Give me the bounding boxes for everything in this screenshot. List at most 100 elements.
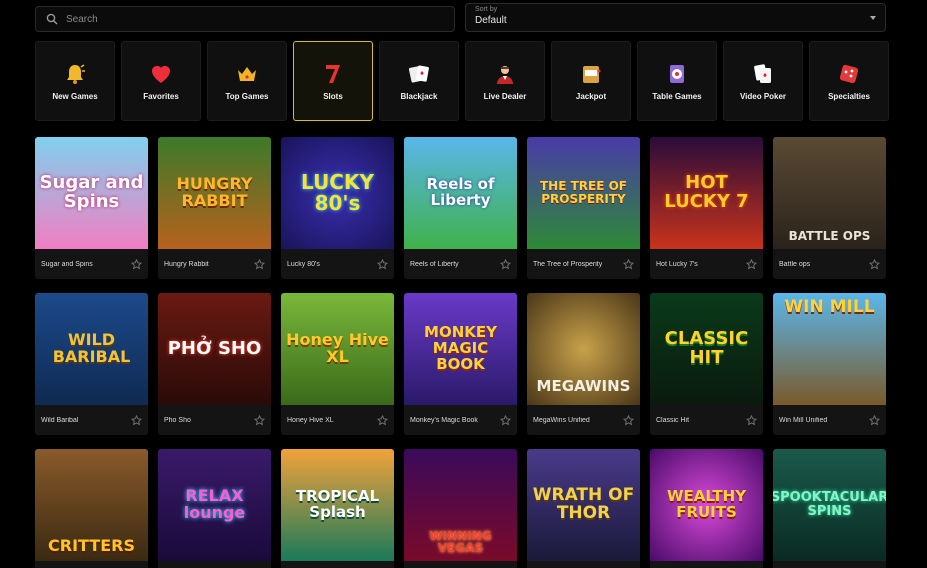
category-table-games[interactable]: Table Games xyxy=(637,41,717,121)
game-art-title: RELAX lounge xyxy=(183,486,246,522)
star-icon[interactable] xyxy=(377,258,388,270)
sort-label: Sort by xyxy=(475,6,498,13)
star-icon[interactable] xyxy=(131,414,142,426)
game-title: Hot Lucky 7's xyxy=(656,260,698,268)
game-thumbnail[interactable]: MONKEY MAGIC BOOK xyxy=(404,293,517,405)
game-thumbnail[interactable]: CLASSIC HIT xyxy=(650,293,763,405)
game-thumbnail[interactable]: HUNGRY RABBIT xyxy=(158,137,271,249)
game-thumbnail[interactable]: HOT LUCKY 7 xyxy=(650,137,763,249)
game-thumbnail[interactable]: WINNING VEGAS xyxy=(404,449,517,561)
search-input[interactable] xyxy=(66,13,446,25)
game-thumbnail[interactable]: PHỞ SHO xyxy=(158,293,271,405)
game-thumbnail[interactable]: Reels of Liberty xyxy=(404,137,517,249)
game-card[interactable]: BATTLE OPS Battle ops xyxy=(773,137,886,279)
game-thumbnail[interactable]: WEALTHY FRUITS xyxy=(650,449,763,561)
game-title: Lucky 80's xyxy=(287,260,320,268)
star-icon[interactable] xyxy=(254,414,265,426)
star-icon[interactable] xyxy=(623,414,634,426)
category-label: New Games xyxy=(52,91,98,101)
star-icon[interactable] xyxy=(500,258,511,270)
game-art-title: HUNGRY RABBIT xyxy=(176,174,253,210)
search-bar[interactable] xyxy=(35,6,455,32)
game-card[interactable]: MEGAWINS MegaWins Unified xyxy=(527,293,640,435)
game-title: Wild Baribal xyxy=(41,416,79,424)
star-icon[interactable] xyxy=(623,258,634,270)
game-art-title: THE TREE OF PROSPERITY xyxy=(540,179,627,206)
game-card[interactable]: TROPICAL Splash xyxy=(281,449,394,568)
game-art-title: WILD BARIBAL xyxy=(52,330,131,366)
game-grid: Sugar and Spins Sugar and Spins HUNGRY R… xyxy=(35,137,886,568)
game-thumbnail[interactable]: WRATH OF THOR xyxy=(527,449,640,561)
game-card[interactable]: Honey Hive XL Honey Hive XL xyxy=(281,293,394,435)
category-top-games[interactable]: Top Games xyxy=(207,41,287,121)
game-art-title: SPOOKTACULAR SPINS xyxy=(773,490,886,519)
game-art-title: WINNING VEGAS xyxy=(429,528,492,556)
game-art-title: LUCKY 80's xyxy=(301,170,374,215)
category-bar: New Games Favorites Top Games Slots Blac… xyxy=(35,41,889,121)
game-art-title: WRATH OF THOR xyxy=(532,485,635,523)
category-label: Video Poker xyxy=(739,91,787,101)
category-label: Jackpot xyxy=(575,91,607,101)
category-slots[interactable]: Slots xyxy=(293,41,373,121)
game-art-title: Honey Hive XL xyxy=(286,330,389,366)
game-thumbnail[interactable]: Sugar and Spins xyxy=(35,137,148,249)
game-art-title: BATTLE OPS xyxy=(788,229,871,244)
game-card[interactable]: WIN MILL Win Mill Unified xyxy=(773,293,886,435)
game-art-title: CRITTERS xyxy=(48,536,135,556)
game-thumbnail[interactable]: WIN MILL xyxy=(773,293,886,405)
game-card[interactable]: MONKEY MAGIC BOOK Monkey's Magic Book xyxy=(404,293,517,435)
game-title: Hungry Rabbit xyxy=(164,260,209,268)
star-icon[interactable] xyxy=(254,258,265,270)
star-icon[interactable] xyxy=(131,258,142,270)
category-blackjack[interactable]: Blackjack xyxy=(379,41,459,121)
game-card[interactable]: WEALTHY FRUITS xyxy=(650,449,763,568)
category-new-games[interactable]: New Games xyxy=(35,41,115,121)
game-card[interactable]: Reels of Liberty Reels of Liberty xyxy=(404,137,517,279)
game-art-title: Sugar and Spins xyxy=(39,172,144,212)
chevron-down-icon xyxy=(870,16,876,20)
game-thumbnail[interactable]: MEGAWINS xyxy=(527,293,640,405)
game-art-title: CLASSIC HIT xyxy=(664,328,749,368)
category-live-dealer[interactable]: Live Dealer xyxy=(465,41,545,121)
game-thumbnail[interactable]: Honey Hive XL xyxy=(281,293,394,405)
game-thumbnail[interactable]: THE TREE OF PROSPERITY xyxy=(527,137,640,249)
game-card[interactable]: WILD BARIBAL Wild Baribal xyxy=(35,293,148,435)
game-card[interactable]: Sugar and Spins Sugar and Spins xyxy=(35,137,148,279)
category-jackpot[interactable]: Jackpot xyxy=(551,41,631,121)
game-art-title: MONKEY MAGIC BOOK xyxy=(424,323,497,373)
star-icon[interactable] xyxy=(746,414,757,426)
star-icon[interactable] xyxy=(869,414,880,426)
game-thumbnail[interactable]: BATTLE OPS xyxy=(773,137,886,249)
game-thumbnail[interactable]: WILD BARIBAL xyxy=(35,293,148,405)
game-card[interactable]: WRATH OF THOR xyxy=(527,449,640,568)
game-card[interactable]: THE TREE OF PROSPERITY The Tree of Prosp… xyxy=(527,137,640,279)
game-card[interactable]: CRITTERS xyxy=(35,449,148,568)
roulette-icon xyxy=(665,62,689,86)
game-card[interactable]: LUCKY 80's Lucky 80's xyxy=(281,137,394,279)
game-thumbnail[interactable]: CRITTERS xyxy=(35,449,148,561)
game-thumbnail[interactable]: TROPICAL Splash xyxy=(281,449,394,561)
category-label: Live Dealer xyxy=(483,91,527,101)
game-title: MegaWins Unified xyxy=(533,416,590,424)
category-video-poker[interactable]: Video Poker xyxy=(723,41,803,121)
game-thumbnail[interactable]: RELAX lounge xyxy=(158,449,271,561)
poker-icon xyxy=(751,62,775,86)
game-card[interactable]: WINNING VEGAS xyxy=(404,449,517,568)
star-icon[interactable] xyxy=(377,414,388,426)
category-specialties[interactable]: Specialties xyxy=(809,41,889,121)
category-label: Favorites xyxy=(143,91,179,101)
game-card[interactable]: HUNGRY RABBIT Hungry Rabbit xyxy=(158,137,271,279)
star-icon[interactable] xyxy=(746,258,757,270)
game-thumbnail[interactable]: SPOOKTACULAR SPINS xyxy=(773,449,886,561)
star-icon[interactable] xyxy=(869,258,880,270)
game-thumbnail[interactable]: LUCKY 80's xyxy=(281,137,394,249)
sort-select[interactable]: Sort by Default xyxy=(465,3,886,32)
game-card[interactable]: CLASSIC HIT Classic Hit xyxy=(650,293,763,435)
game-card[interactable]: PHỞ SHO Pho Sho xyxy=(158,293,271,435)
category-favorites[interactable]: Favorites xyxy=(121,41,201,121)
category-label: Table Games xyxy=(652,91,702,101)
game-card[interactable]: HOT LUCKY 7 Hot Lucky 7's xyxy=(650,137,763,279)
game-card[interactable]: SPOOKTACULAR SPINS xyxy=(773,449,886,568)
star-icon[interactable] xyxy=(500,414,511,426)
game-card[interactable]: RELAX lounge xyxy=(158,449,271,568)
